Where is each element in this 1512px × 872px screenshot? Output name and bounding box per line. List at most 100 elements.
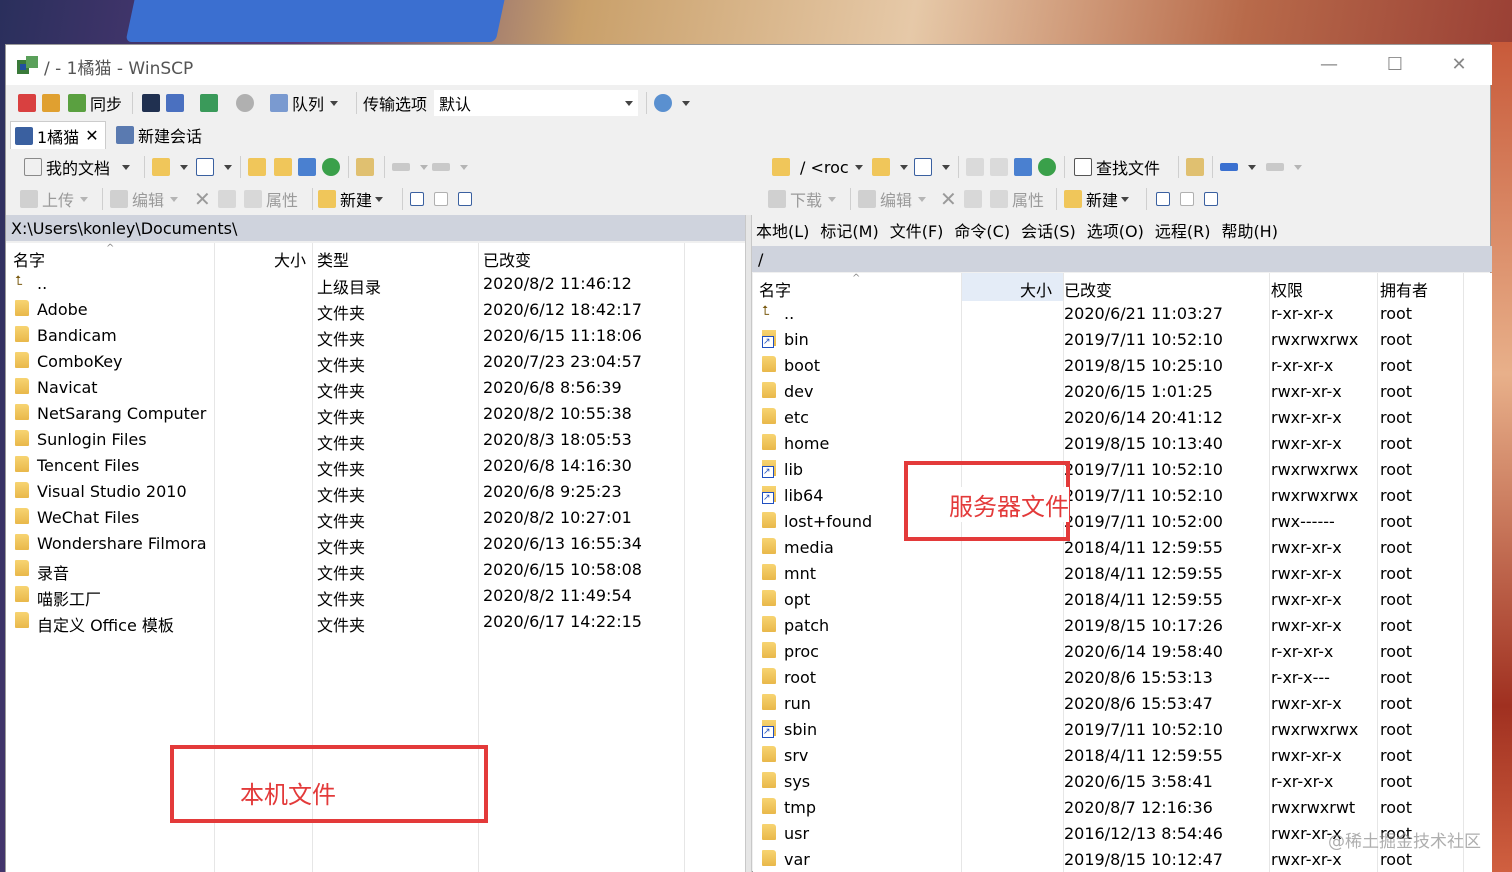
left-location-select[interactable]: 我的文档 <box>24 152 131 182</box>
left-refresh-button[interactable] <box>322 152 344 182</box>
left-unselect-button[interactable] <box>434 184 452 214</box>
left-root-dir-button[interactable] <box>274 152 296 182</box>
left-properties-button[interactable]: 属性 <box>244 184 298 214</box>
network-button[interactable] <box>654 88 690 118</box>
column-name[interactable]: 名字 <box>13 247 45 271</box>
minimize-button[interactable]: — <box>1306 51 1352 79</box>
table-row[interactable]: ⮤.. 2020/6/21 11:03:27 r-xr-xr-x root <box>753 301 1492 327</box>
right-filter-select-button[interactable] <box>1204 184 1222 214</box>
left-delete-button[interactable]: ✕ <box>194 184 211 214</box>
sync-button[interactable]: 同步 <box>68 88 122 118</box>
table-row[interactable]: Tencent Files 文件夹 2020/6/8 14:16:30 <box>6 453 745 479</box>
left-select-button[interactable] <box>410 184 428 214</box>
column-size[interactable]: 大小 <box>1020 277 1052 301</box>
table-row[interactable]: WeChat Files 文件夹 2020/8/2 10:27:01 <box>6 505 745 531</box>
table-row[interactable]: etc 2020/6/14 20:41:12 rwxr-xr-x root <box>753 405 1492 431</box>
table-row[interactable]: ⮤.. 上级目录 2020/8/2 11:46:12 <box>6 271 745 297</box>
maximize-button[interactable]: ☐ <box>1372 51 1418 79</box>
table-row[interactable]: sys 2020/6/15 3:58:41 r-xr-xr-x root <box>753 769 1492 795</box>
right-parent-dir-button[interactable] <box>966 152 988 182</box>
find-files-button[interactable]: 查找文件 <box>1074 152 1160 182</box>
table-row[interactable]: Visual Studio 2010 文件夹 2020/6/8 9:25:23 <box>6 479 745 505</box>
right-home-button[interactable] <box>1014 152 1036 182</box>
right-rename-button[interactable] <box>964 184 986 214</box>
right-unselect-button[interactable] <box>1180 184 1198 214</box>
left-rename-button[interactable] <box>218 184 240 214</box>
putty-button[interactable] <box>166 88 188 118</box>
terminal-button[interactable] <box>142 88 164 118</box>
left-forward-button[interactable] <box>432 152 468 182</box>
column-changed[interactable]: 已改变 <box>1064 277 1112 301</box>
table-row[interactable]: 喵影工厂 文件夹 2020/8/2 11:49:54 <box>6 583 745 609</box>
left-new-button[interactable]: 新建 <box>318 184 384 214</box>
left-edit-button[interactable]: 编辑 <box>110 184 179 214</box>
right-root-dir-button[interactable] <box>990 152 1012 182</box>
table-row[interactable]: Bandicam 文件夹 2020/6/15 11:18:06 <box>6 323 745 349</box>
right-open-dir-button[interactable] <box>872 152 908 182</box>
table-row[interactable]: tmp 2020/8/7 12:16:36 rwxrwxrwt root <box>753 795 1492 821</box>
sync-dirs-button[interactable] <box>200 88 222 118</box>
table-row[interactable]: run 2020/8/6 15:53:47 rwxr-xr-x root <box>753 691 1492 717</box>
right-forward-button[interactable] <box>1266 152 1302 182</box>
table-row[interactable]: opt 2018/4/11 12:59:55 rwxr-xr-x root <box>753 587 1492 613</box>
left-tree-button[interactable] <box>356 152 378 182</box>
table-row[interactable]: lost+found 2019/7/11 10:52:00 rwx------ roo… <box>753 509 1492 535</box>
table-row[interactable]: mnt 2018/4/11 12:59:55 rwxr-xr-x root <box>753 561 1492 587</box>
left-open-dir-button[interactable] <box>152 152 188 182</box>
left-filter-button[interactable] <box>196 152 232 182</box>
table-row[interactable]: media 2018/4/11 12:59:55 rwxr-xr-x root <box>753 535 1492 561</box>
table-row[interactable]: proc 2020/6/14 19:58:40 r-xr-xr-x root <box>753 639 1492 665</box>
right-path-bar[interactable]: / <box>752 246 1492 272</box>
table-row[interactable]: Wondershare Filmora 文件夹 2020/6/13 16:55:34 <box>6 531 745 557</box>
left-path-bar[interactable]: X:\Users\konley\Documents\ <box>6 215 745 241</box>
menu-local[interactable]: 本地(L) <box>756 218 809 242</box>
right-delete-button[interactable]: ✕ <box>940 184 957 214</box>
menu-remote[interactable]: 远程(R) <box>1155 218 1211 242</box>
menu-session[interactable]: 会话(S) <box>1021 218 1076 242</box>
preferences-button[interactable] <box>236 88 258 118</box>
column-size[interactable]: 大小 <box>274 247 306 271</box>
left-back-button[interactable] <box>392 152 428 182</box>
menu-files[interactable]: 文件(F) <box>890 218 944 242</box>
menu-help[interactable]: 帮助(H) <box>1221 218 1278 242</box>
download-button[interactable]: 下载 <box>768 184 837 214</box>
compare-dirs-button[interactable] <box>18 88 40 118</box>
table-row[interactable]: dev 2020/6/15 1:01:25 rwxr-xr-x root <box>753 379 1492 405</box>
table-row[interactable]: 录音 文件夹 2020/6/15 10:58:08 <box>6 557 745 583</box>
table-row[interactable]: patch 2019/8/15 10:17:26 rwxr-xr-x root <box>753 613 1492 639</box>
left-parent-dir-button[interactable] <box>248 152 270 182</box>
upload-button[interactable]: 上传 <box>20 184 89 214</box>
table-row[interactable]: boot 2019/8/15 10:25:10 r-xr-xr-x root <box>753 353 1492 379</box>
transfer-preset-select[interactable]: 默认 <box>434 90 638 116</box>
table-row[interactable]: root 2020/8/6 15:53:13 r-xr-x--- root <box>753 665 1492 691</box>
column-changed[interactable]: 已改变 <box>483 247 531 271</box>
left-home-button[interactable] <box>298 152 320 182</box>
panel-splitter[interactable] <box>745 215 752 872</box>
table-row[interactable]: 自定义 Office 模板 文件夹 2020/6/17 14:22:15 <box>6 609 745 635</box>
table-row[interactable]: ComboKey 文件夹 2020/7/23 23:04:57 <box>6 349 745 375</box>
column-name[interactable]: 名字 <box>759 277 791 301</box>
column-type[interactable]: 类型 <box>317 247 349 271</box>
table-row[interactable]: home 2019/8/15 10:13:40 rwxr-xr-x root <box>753 431 1492 457</box>
right-refresh-button[interactable] <box>1038 152 1060 182</box>
column-owner[interactable]: 拥有者 <box>1380 277 1428 301</box>
right-new-button[interactable]: 新建 <box>1064 184 1130 214</box>
table-row[interactable]: lib64 2019/7/11 10:52:10 rwxrwxrwx root <box>753 483 1492 509</box>
right-tree-button[interactable] <box>1186 152 1208 182</box>
table-row[interactable]: Adobe 文件夹 2020/6/12 18:42:17 <box>6 297 745 323</box>
table-row[interactable]: NetSarang Computer 文件夹 2020/8/2 10:55:38 <box>6 401 745 427</box>
sync-browse-button[interactable] <box>42 88 64 118</box>
right-properties-button[interactable]: 属性 <box>990 184 1044 214</box>
menu-commands[interactable]: 命令(C) <box>954 218 1010 242</box>
table-row[interactable]: srv 2018/4/11 12:59:55 rwxr-xr-x root <box>753 743 1492 769</box>
table-row[interactable]: Sunlogin Files 文件夹 2020/8/3 18:05:53 <box>6 427 745 453</box>
right-filter-button[interactable] <box>914 152 950 182</box>
right-back-button[interactable] <box>1220 152 1256 182</box>
close-tab-button[interactable]: ✕ <box>85 126 98 145</box>
close-window-button[interactable]: ✕ <box>1436 51 1482 79</box>
right-select-button[interactable] <box>1156 184 1174 214</box>
left-filter-select-button[interactable] <box>458 184 476 214</box>
tab-session-1[interactable]: 1橘猫 ✕ <box>10 121 106 149</box>
right-location-select[interactable]: / <roc <box>772 152 863 182</box>
column-rights[interactable]: 权限 <box>1271 277 1303 301</box>
